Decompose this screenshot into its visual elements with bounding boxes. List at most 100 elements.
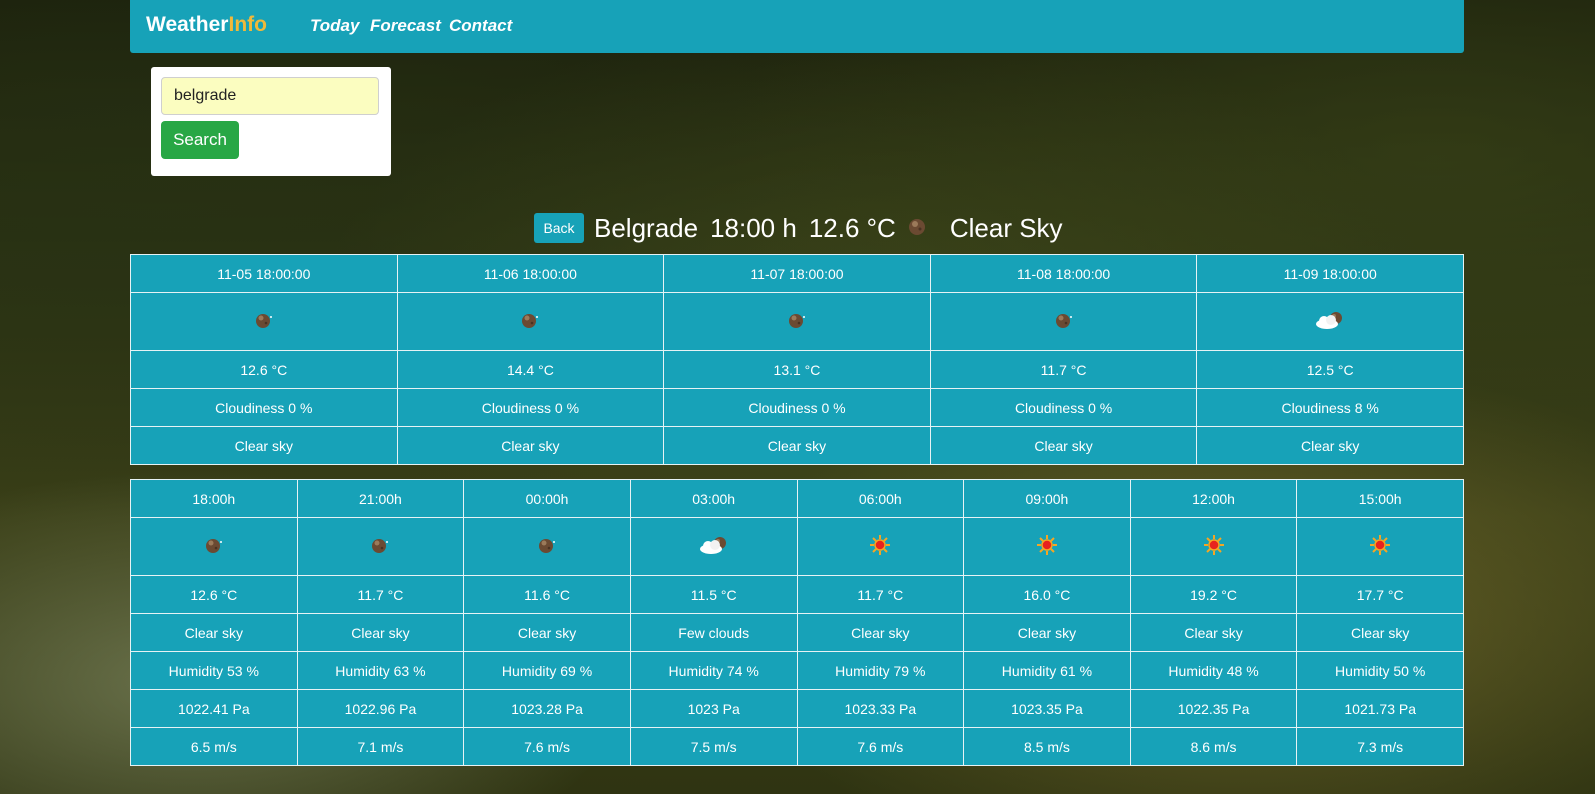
hourly-icon-cell xyxy=(629,517,798,576)
daily-icon-cell xyxy=(130,292,398,351)
hourly-temp-cell: 11.7 °C xyxy=(296,575,465,614)
nav-link-contact[interactable]: Contact xyxy=(449,16,512,36)
hourly-pressure-cell: 1023.35 Pa xyxy=(963,689,1131,728)
daily-desc-cell: Clear sky xyxy=(1196,426,1464,465)
daily-row-temp: 12.6 °C 14.4 °C 13.1 °C 11.7 °C 12.5 °C xyxy=(130,350,1464,389)
nav-link-today[interactable]: Today xyxy=(310,16,359,36)
moon-night-icon xyxy=(253,309,275,334)
hourly-time-cell: 21:00h xyxy=(296,479,465,518)
hourly-wind-cell: 7.1 m/s xyxy=(296,727,465,766)
hourly-humidity-cell: Humidity 63 % xyxy=(296,651,465,690)
hourly-desc-cell: Clear sky xyxy=(463,613,631,652)
current-city: Belgrade xyxy=(594,212,699,243)
moon-night-icon xyxy=(203,534,225,559)
daily-datetime-cell: 11-05 18:00:00 xyxy=(130,254,398,293)
moon-night-icon xyxy=(906,213,928,244)
daily-datetime-cell: 11-08 18:00:00 xyxy=(929,254,1198,293)
hourly-wind-cell: 7.5 m/s xyxy=(629,727,798,766)
daily-cloudiness-cell: Cloudiness 8 % xyxy=(1196,388,1464,427)
hourly-humidity-cell: Humidity 69 % xyxy=(463,651,631,690)
hourly-humidity-cell: Humidity 53 % xyxy=(130,651,298,690)
hourly-icon-cell xyxy=(963,517,1131,576)
hourly-desc-cell: Clear sky xyxy=(796,613,965,652)
hourly-pressure-cell: 1023.28 Pa xyxy=(463,689,631,728)
current-temp: 12.6 °C xyxy=(808,212,896,243)
hourly-pressure-cell: 1021.73 Pa xyxy=(1296,689,1464,728)
hourly-desc-cell: Clear sky xyxy=(130,613,298,652)
hourly-pressure-cell: 1023.33 Pa xyxy=(796,689,965,728)
current-time: 18:00 h xyxy=(710,212,797,243)
daily-forecast-table: 11-05 18:00:00 11-06 18:00:00 11-07 18:00:… xyxy=(130,254,1464,465)
sun-icon xyxy=(1369,534,1391,559)
daily-row-desc: Clear sky Clear sky Clear sky Clear sky Clea… xyxy=(130,426,1464,465)
hourly-row-humidity: Humidity 53 % Humidity 63 % Humidity 69 % H… xyxy=(130,651,1464,690)
hourly-temp-cell: 17.7 °C xyxy=(1296,575,1464,614)
daily-desc-cell: Clear sky xyxy=(663,426,931,465)
daily-temp-cell: 12.6 °C xyxy=(130,350,398,389)
hourly-pressure-cell: 1023 Pa xyxy=(629,689,798,728)
hourly-temp-cell: 19.2 °C xyxy=(1129,575,1298,614)
cloud-moon-icon xyxy=(697,534,731,559)
hourly-forecast-table: 18:00h 21:00h 00:00h 03:00h 06:00h 09:00h 12:0… xyxy=(130,479,1464,766)
hourly-time-cell: 00:00h xyxy=(463,479,631,518)
hourly-icon-cell xyxy=(1129,517,1298,576)
brand-accent: Info xyxy=(228,13,267,36)
daily-datetime-cell: 11-07 18:00:00 xyxy=(663,254,931,293)
moon-night-icon xyxy=(786,309,808,334)
search-button[interactable]: Search xyxy=(161,121,239,159)
hourly-wind-cell: 7.6 m/s xyxy=(463,727,631,766)
daily-temp-cell: 14.4 °C xyxy=(396,350,665,389)
nav-link-forecast[interactable]: Forecast xyxy=(370,16,441,36)
brand-logo[interactable]: WeatherInfo xyxy=(146,13,267,37)
daily-icon-cell xyxy=(1196,292,1464,351)
daily-icon-cell xyxy=(663,292,931,351)
hourly-wind-cell: 6.5 m/s xyxy=(130,727,298,766)
daily-cloudiness-cell: Cloudiness 0 % xyxy=(663,388,931,427)
back-button[interactable]: Back xyxy=(534,213,584,243)
hourly-wind-cell: 7.6 m/s xyxy=(796,727,965,766)
hourly-humidity-cell: Humidity 74 % xyxy=(629,651,798,690)
hourly-pressure-cell: 1022.41 Pa xyxy=(130,689,298,728)
search-input[interactable] xyxy=(161,77,379,115)
hourly-humidity-cell: Humidity 48 % xyxy=(1129,651,1298,690)
hourly-wind-cell: 7.3 m/s xyxy=(1296,727,1464,766)
daily-row-icon xyxy=(130,292,1464,351)
hourly-pressure-cell: 1022.96 Pa xyxy=(296,689,465,728)
moon-night-icon xyxy=(1053,309,1075,334)
search-panel: Search xyxy=(151,67,391,176)
daily-icon-cell xyxy=(396,292,665,351)
hourly-desc-cell: Clear sky xyxy=(963,613,1131,652)
hourly-row-icon xyxy=(130,517,1464,576)
daily-temp-cell: 11.7 °C xyxy=(929,350,1198,389)
moon-night-icon xyxy=(536,534,558,559)
hourly-wind-cell: 8.5 m/s xyxy=(963,727,1131,766)
hourly-desc-cell: Clear sky xyxy=(1296,613,1464,652)
current-weather: Back Belgrade 18:00 h 12.6 °C Clear Sky xyxy=(534,208,1063,248)
hourly-time-cell: 18:00h xyxy=(130,479,298,518)
hourly-row-pressure: 1022.41 Pa 1022.96 Pa 1023.28 Pa 1023 Pa 102… xyxy=(130,689,1464,728)
hourly-temp-cell: 11.5 °C xyxy=(629,575,798,614)
hourly-time-cell: 06:00h xyxy=(796,479,965,518)
hourly-temp-cell: 11.6 °C xyxy=(463,575,631,614)
hourly-desc-cell: Clear sky xyxy=(1129,613,1298,652)
current-description: Clear Sky xyxy=(949,212,1063,243)
navbar: WeatherInfo Today Forecast Contact xyxy=(130,0,1464,53)
hourly-desc-cell: Clear sky xyxy=(296,613,465,652)
daily-cloudiness-cell: Cloudiness 0 % xyxy=(929,388,1198,427)
hourly-icon-cell xyxy=(796,517,965,576)
daily-icon-cell xyxy=(929,292,1198,351)
hourly-time-cell: 12:00h xyxy=(1129,479,1298,518)
daily-cloudiness-cell: Cloudiness 0 % xyxy=(396,388,665,427)
daily-datetime-cell: 11-06 18:00:00 xyxy=(396,254,665,293)
daily-temp-cell: 13.1 °C xyxy=(663,350,931,389)
hourly-icon-cell xyxy=(130,517,298,576)
sun-icon xyxy=(1203,534,1225,559)
hourly-wind-cell: 8.6 m/s xyxy=(1129,727,1298,766)
daily-desc-cell: Clear sky xyxy=(130,426,398,465)
hourly-time-cell: 15:00h xyxy=(1296,479,1464,518)
hourly-humidity-cell: Humidity 61 % xyxy=(963,651,1131,690)
daily-row-cloudiness: Cloudiness 0 % Cloudiness 0 % Cloudiness 0… xyxy=(130,388,1464,427)
hourly-pressure-cell: 1022.35 Pa xyxy=(1129,689,1298,728)
brand-main: Weather xyxy=(146,13,229,36)
moon-night-icon xyxy=(369,534,391,559)
